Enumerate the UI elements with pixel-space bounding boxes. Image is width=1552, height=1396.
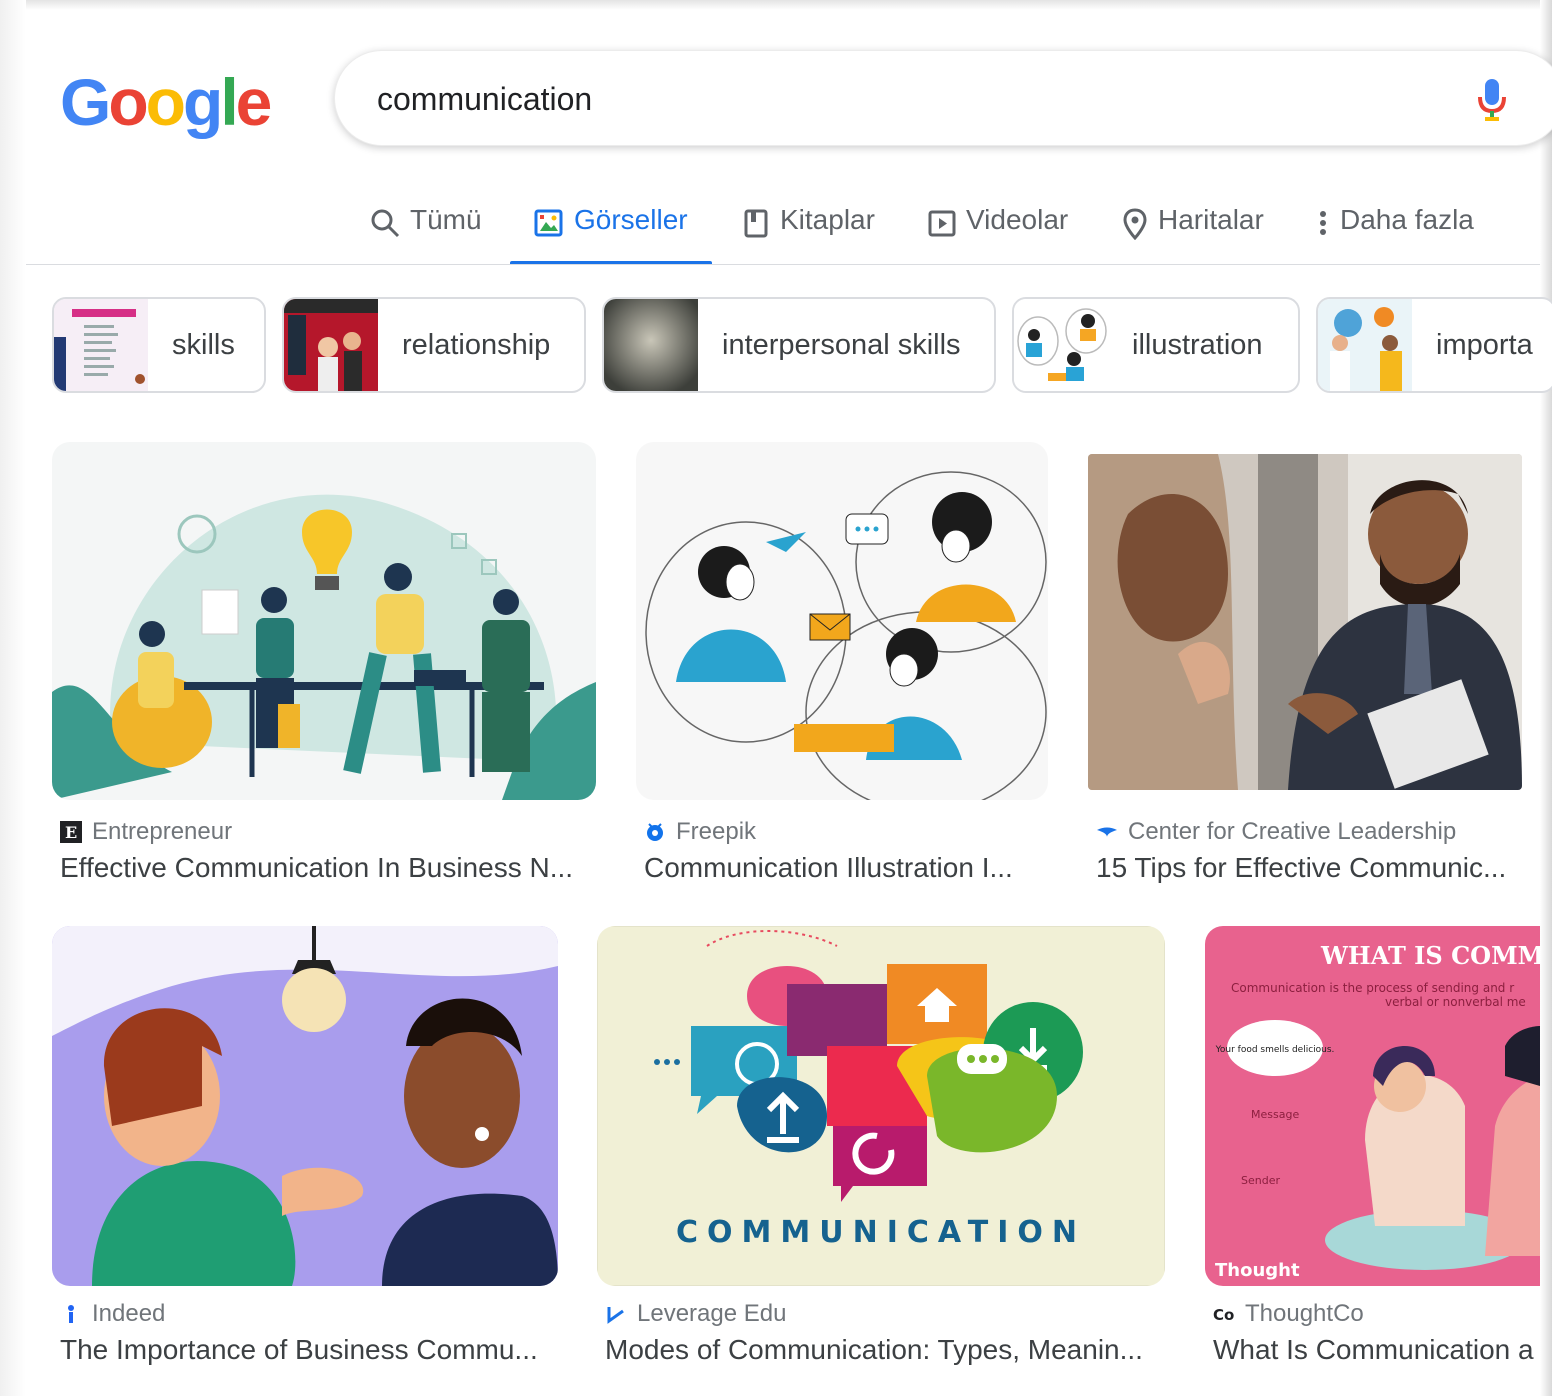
tab-books[interactable]: Kitaplar: [742, 196, 875, 264]
search-box[interactable]: communication: [334, 50, 1552, 146]
chip-thumbnail: [604, 299, 698, 391]
window-right-edge: [1540, 0, 1552, 1396]
result-image[interactable]: [52, 926, 558, 1286]
image-result[interactable]: COMMUNICATION Leverage Edu Modes of Comm…: [597, 926, 1165, 1376]
map-pin-icon: [1123, 208, 1147, 240]
result-image[interactable]: COMMUNICATION: [597, 926, 1165, 1286]
chip-thumbnail: [284, 299, 378, 391]
chip-thumbnail: [1318, 299, 1412, 391]
image-result[interactable]: Center for Creative Leadership 15 Tips f…: [1088, 454, 1522, 892]
image-text: Thought: [1215, 1260, 1300, 1281]
image-text: Sender: [1241, 1174, 1280, 1187]
chip-relationship[interactable]: relationship: [282, 297, 586, 393]
freepik-favicon-icon: [647, 823, 663, 841]
image-result[interactable]: Indeed The Importance of Business Commu.…: [52, 926, 558, 1376]
leverage-edu-favicon-icon: [607, 1307, 624, 1324]
image-text: WHAT IS COMMUN: [1320, 941, 1540, 970]
tab-more[interactable]: Daha fazla: [1316, 196, 1474, 264]
indeed-favicon-icon: [68, 1305, 74, 1323]
image-text: Communication is the process of sending …: [1231, 981, 1514, 995]
result-image[interactable]: [1088, 454, 1522, 790]
result-image[interactable]: WHAT IS COMMUN Communication is the proc…: [1205, 926, 1540, 1286]
chip-interpersonal-skills[interactable]: interpersonal skills: [602, 297, 996, 393]
result-title[interactable]: Effective Communication In Business N...: [60, 852, 573, 884]
image-text: verbal or nonverbal me: [1385, 995, 1526, 1009]
image-result[interactable]: Freepik Communication Illustration I...: [636, 442, 1048, 892]
svg-text:E: E: [65, 823, 77, 842]
image-text: Your food smells delicious.: [1215, 1045, 1335, 1055]
tab-all[interactable]: Tümü: [370, 196, 482, 264]
tab-videos[interactable]: Videolar: [928, 196, 1068, 264]
more-vert-icon: [1320, 211, 1326, 235]
chip-thumbnail: [54, 299, 148, 391]
window-top-edge: [0, 0, 1552, 10]
result-source[interactable]: Center for Creative Leadership: [1096, 818, 1456, 846]
result-title[interactable]: 15 Tips for Effective Communic...: [1096, 852, 1506, 884]
chip-importance[interactable]: importa: [1316, 297, 1552, 393]
microphone-icon[interactable]: [1475, 77, 1509, 123]
image-result[interactable]: E Entrepreneur Effective Communication I…: [52, 442, 596, 892]
image-icon: [534, 209, 563, 237]
ccl-favicon-icon: [1097, 827, 1117, 837]
result-source[interactable]: E Entrepreneur: [60, 818, 232, 846]
result-source[interactable]: Co ThoughtCo: [1213, 1300, 1364, 1328]
book-icon: [744, 209, 768, 238]
image-text: Message: [1251, 1108, 1299, 1121]
image-text: COMMUNICATION: [676, 1215, 1086, 1250]
search-icon: [371, 209, 400, 238]
result-source[interactable]: Freepik: [644, 818, 756, 846]
image-result[interactable]: WHAT IS COMMUN Communication is the proc…: [1205, 926, 1540, 1376]
result-title[interactable]: Communication Illustration I...: [644, 852, 1013, 884]
result-source[interactable]: Leverage Edu: [605, 1300, 786, 1328]
chip-thumbnail: [1014, 299, 1108, 391]
search-input[interactable]: communication: [377, 81, 592, 118]
result-title[interactable]: What Is Communication a: [1213, 1334, 1534, 1366]
result-image[interactable]: [52, 442, 596, 800]
window-left-edge: [0, 0, 26, 1396]
play-icon: [928, 210, 956, 237]
chip-skills[interactable]: skills: [52, 297, 266, 393]
tabs-divider: [26, 264, 1540, 265]
tab-images[interactable]: Görseller: [510, 196, 712, 265]
google-logo[interactable]: Google: [60, 66, 272, 138]
svg-text:Co: Co: [1213, 1306, 1234, 1324]
result-title[interactable]: Modes of Communication: Types, Meanin...: [605, 1334, 1143, 1366]
result-image[interactable]: [636, 442, 1048, 800]
thoughtco-favicon-icon: Co: [1213, 1306, 1234, 1324]
chip-illustration[interactable]: illustration: [1012, 297, 1300, 393]
entrepreneur-favicon-icon: E: [60, 821, 82, 843]
result-source[interactable]: Indeed: [60, 1300, 165, 1328]
tab-maps[interactable]: Haritalar: [1122, 196, 1264, 264]
result-title[interactable]: The Importance of Business Commu...: [60, 1334, 538, 1366]
